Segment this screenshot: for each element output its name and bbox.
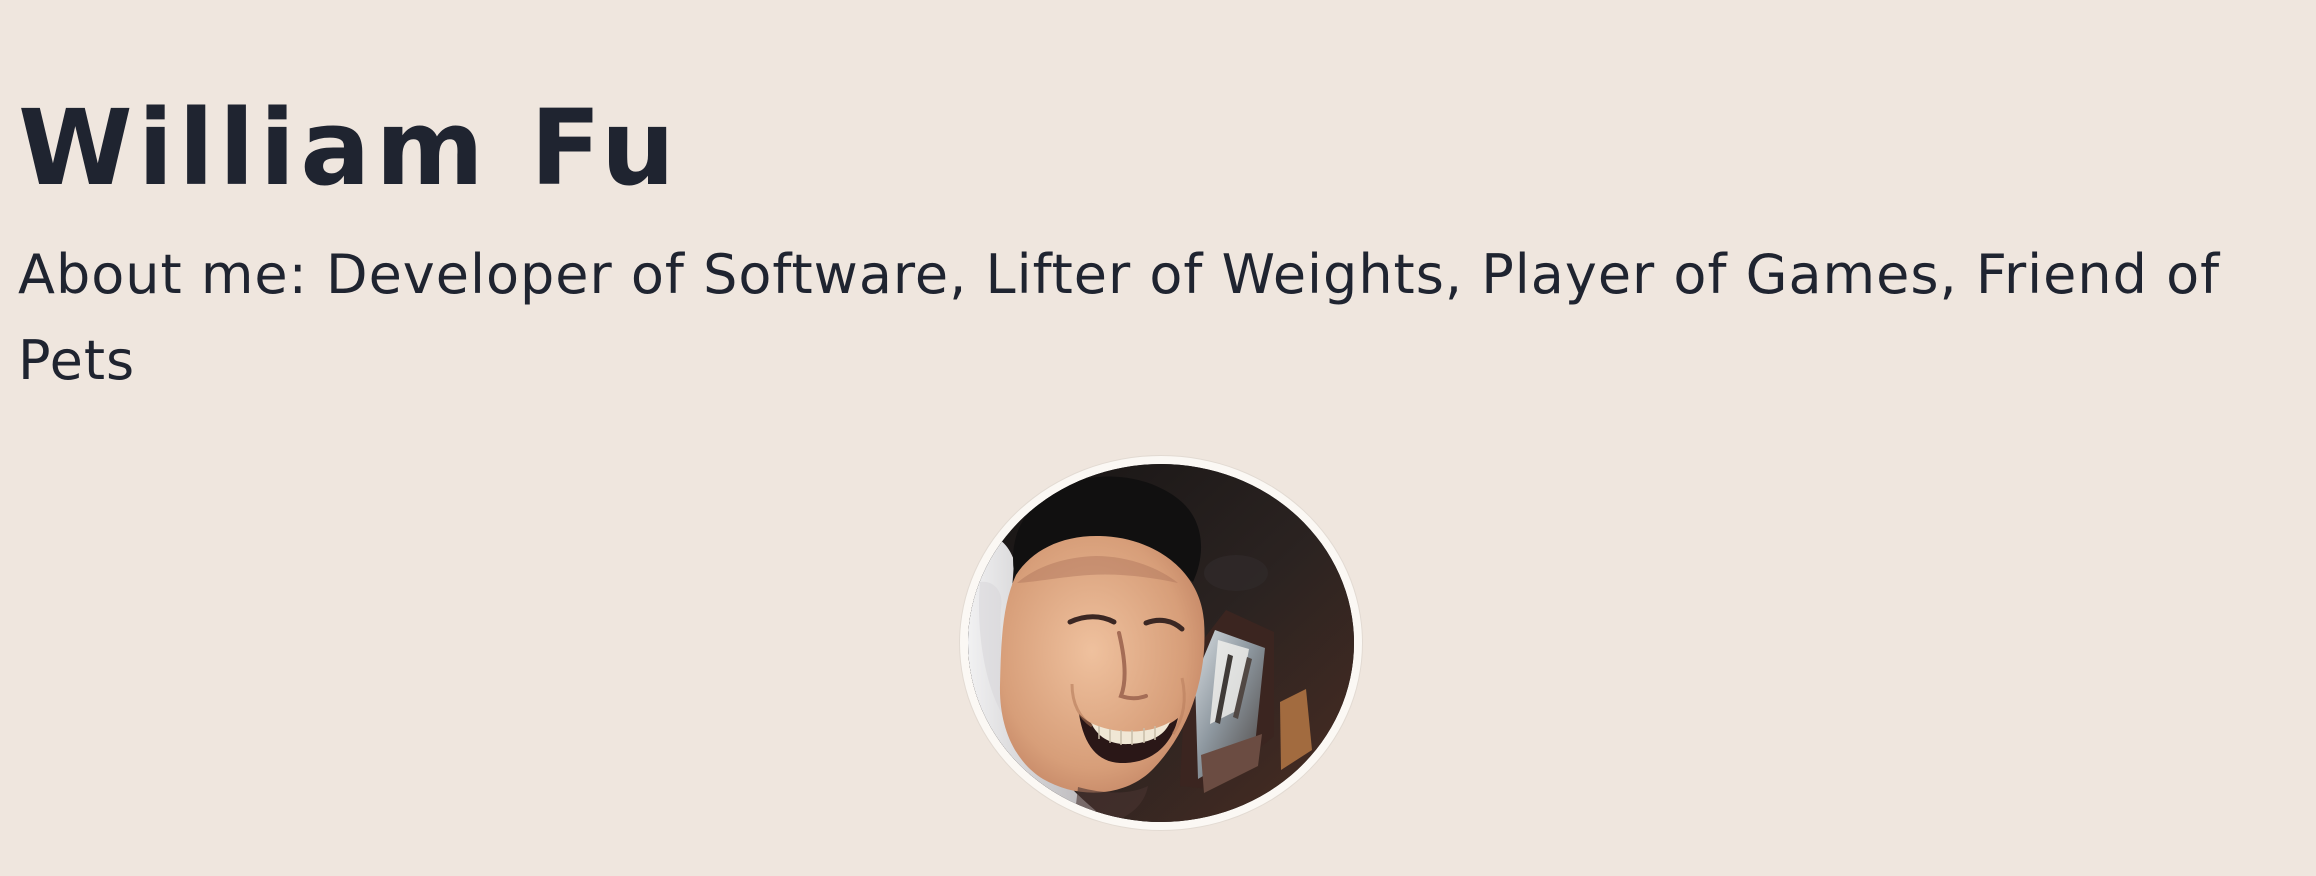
profile-photo [968, 464, 1354, 822]
profile-page: William Fu About me: Developer of Softwa… [0, 0, 2316, 876]
page-title: William Fu [18, 87, 680, 209]
profile-photo-icon [968, 464, 1354, 822]
avatar [960, 456, 1362, 830]
about-text: About me: Developer of Software, Lifter … [18, 243, 2221, 392]
